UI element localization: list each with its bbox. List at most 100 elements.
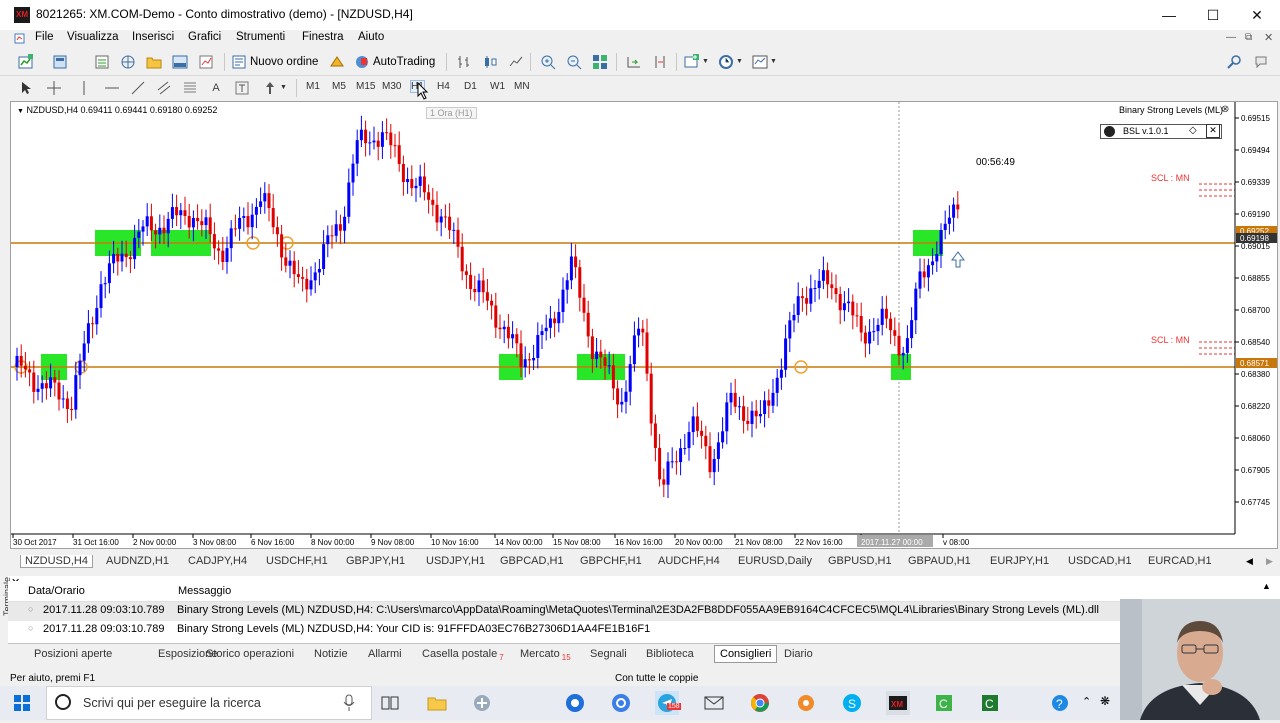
autotrading-button[interactable]: AutoTrading	[355, 53, 435, 71]
menu-aiuto[interactable]: Aiuto	[358, 31, 384, 43]
menu-visualizza[interactable]: Visualizza	[67, 31, 119, 43]
crosshair-icon[interactable]	[46, 80, 62, 96]
zoom-out-icon[interactable]	[566, 54, 582, 70]
new-chart-icon[interactable]	[18, 54, 34, 70]
chart-tab[interactable]: USDJPY,H1	[426, 555, 485, 567]
metatrader-icon[interactable]: XM	[886, 691, 910, 715]
fibonacci-icon[interactable]	[182, 80, 198, 96]
line-chart-icon[interactable]	[508, 54, 524, 70]
chart-tab[interactable]: CADJPY,H4	[188, 555, 247, 567]
trendline-icon[interactable]	[130, 80, 146, 96]
timeframe-d1[interactable]: D1	[464, 81, 477, 92]
scroll-up-icon[interactable]: ▲	[1262, 581, 1271, 591]
timeframe-h4[interactable]: H4	[437, 81, 450, 92]
chart-tab[interactable]: GBPAUD,H1	[908, 555, 971, 567]
microphone-icon[interactable]	[343, 694, 355, 715]
tab-scroll-left-icon[interactable]: ◀	[1246, 556, 1253, 567]
navigator-icon[interactable]	[120, 54, 136, 70]
timeframe-m5[interactable]: M5	[332, 81, 346, 92]
chevron-down-icon[interactable]: ▼	[280, 84, 287, 91]
terminal-tab[interactable]: Casella postale 7	[422, 648, 504, 662]
skype-icon[interactable]: S	[840, 691, 864, 715]
chart-tab[interactable]: AUDNZD,H1	[106, 555, 169, 567]
new-order-button[interactable]: Nuovo ordine	[232, 53, 318, 71]
telegram-icon[interactable]: 158	[655, 691, 681, 715]
candlestick-icon[interactable]	[482, 54, 498, 70]
templates-icon[interactable]	[752, 54, 768, 70]
diamond-icon[interactable]: ◇	[1189, 125, 1197, 136]
terminal-window-icon[interactable]	[172, 54, 188, 70]
chat-icon[interactable]	[1254, 54, 1270, 70]
terminal-tab[interactable]: Notizie	[314, 648, 348, 660]
indicator-close-icon[interactable]: ⊗	[1221, 104, 1229, 115]
timeframe-mn[interactable]: MN	[514, 81, 530, 92]
tray-app-icon[interactable]: ❋	[1100, 694, 1110, 708]
zoom-in-icon[interactable]	[540, 54, 556, 70]
terminal-tab[interactable]: Mercato 15	[520, 648, 571, 662]
log-row[interactable]: ○ 2017.11.28 09:03:10.789 Binary Strong …	[8, 621, 1120, 640]
close-button[interactable]: ✕	[1234, 0, 1280, 30]
timeframe-m1[interactable]: M1	[306, 81, 320, 92]
minimize-button[interactable]: —	[1146, 0, 1192, 30]
log-row[interactable]: ○ 2017.11.28 09:03:10.789 Binary Strong …	[8, 602, 1120, 621]
chart-window[interactable]: 0.69515 0.69494 0.69339 0.69190 0.69015 0.688…	[10, 101, 1278, 549]
chrome-icon[interactable]	[609, 691, 633, 715]
chevron-down-icon[interactable]: ▼	[17, 108, 24, 115]
chart-tab[interactable]: AUDCHF,H4	[658, 555, 720, 567]
timeframe-m30[interactable]: M30	[382, 81, 401, 92]
tile-windows-icon[interactable]	[592, 54, 608, 70]
menu-grafici[interactable]: Grafici	[188, 31, 221, 43]
terminal-tab[interactable]: Diario	[784, 648, 813, 660]
snip-app-icon[interactable]	[470, 691, 494, 715]
terminal-tab[interactable]: Allarmi	[368, 648, 402, 660]
camtasia-icon[interactable]: C	[932, 691, 956, 715]
menu-finestra[interactable]: Finestra	[302, 31, 344, 43]
child-close-icon[interactable]: ✕	[1264, 31, 1273, 44]
search-box[interactable]: Scrivi qui per eseguire la ricerca	[46, 686, 372, 720]
periods-icon[interactable]	[718, 54, 734, 70]
file-explorer-icon[interactable]	[425, 691, 449, 715]
chart-tab[interactable]: USDCAD,H1	[1068, 555, 1132, 567]
vertical-line-icon[interactable]	[76, 80, 92, 96]
puzzle-app-icon[interactable]	[794, 691, 818, 715]
close-icon[interactable]: ✕	[1206, 124, 1220, 138]
terminal-tab[interactable]: Biblioteca	[646, 648, 694, 660]
horizontal-line-icon[interactable]	[104, 80, 120, 96]
chart-tab[interactable]: EURJPY,H1	[990, 555, 1049, 567]
chevron-down-icon[interactable]: ▼	[736, 58, 743, 65]
search-icon[interactable]	[1226, 54, 1242, 70]
column-message[interactable]: Messaggio	[178, 585, 231, 597]
terminal-tab[interactable]: Consiglieri	[714, 645, 778, 663]
chart-tab[interactable]: USDCHF,H1	[266, 555, 328, 567]
status-profile[interactable]: Con tutte le coppie	[615, 673, 698, 684]
menu-strumenti[interactable]: Strumenti	[236, 31, 285, 43]
timeframe-w1[interactable]: W1	[490, 81, 505, 92]
menu-file[interactable]: File	[35, 31, 54, 43]
market-watch-icon[interactable]	[94, 54, 110, 70]
chart-tab[interactable]: EURUSD,Daily	[738, 555, 812, 567]
chart-tab[interactable]: EURCAD,H1	[1148, 555, 1212, 567]
folder-icon[interactable]	[146, 54, 162, 70]
bar-chart-icon[interactable]	[456, 54, 472, 70]
chevron-down-icon[interactable]: ▼	[702, 58, 709, 65]
chart-tab[interactable]: GBPCHF,H1	[580, 555, 642, 567]
google-chrome-icon[interactable]	[748, 691, 772, 715]
windows-start-icon[interactable]	[10, 691, 34, 715]
chart-tab[interactable]: GBPCAD,H1	[500, 555, 564, 567]
text-label-icon[interactable]	[234, 80, 250, 96]
terminal-tab[interactable]: Storico operazioni	[206, 648, 294, 660]
chart-tab[interactable]: NZDUSD,H4	[20, 555, 93, 568]
expert-advisor-icon[interactable]	[329, 54, 345, 70]
arrows-icon[interactable]	[262, 80, 278, 96]
profiles-icon[interactable]	[52, 54, 68, 70]
chart-shift-icon[interactable]	[652, 54, 668, 70]
maximize-button[interactable]: ☐	[1190, 0, 1236, 30]
chrome-blue-icon[interactable]	[563, 691, 587, 715]
mail-icon[interactable]	[702, 691, 726, 715]
timeframe-m15[interactable]: M15	[356, 81, 375, 92]
power-icon[interactable]	[1104, 126, 1115, 137]
help-icon[interactable]: ?	[1048, 691, 1072, 715]
tester-icon[interactable]	[198, 54, 214, 70]
indicators-icon[interactable]	[684, 54, 700, 70]
cursor-icon[interactable]	[18, 80, 34, 96]
